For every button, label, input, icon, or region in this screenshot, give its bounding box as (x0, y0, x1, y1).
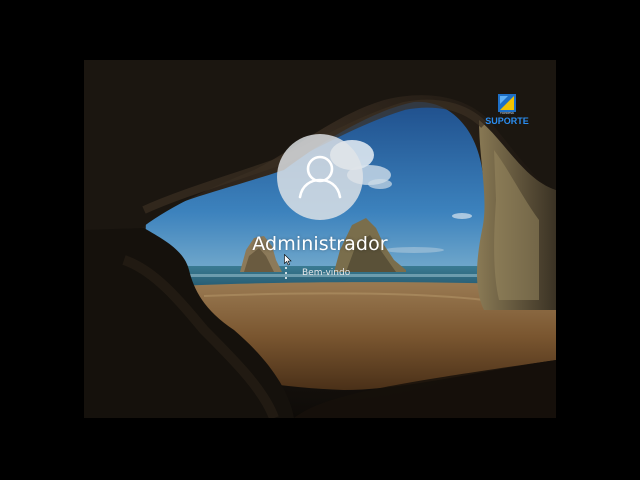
loading-spinner-icon (280, 267, 292, 279)
username-label: Administrador (252, 233, 388, 255)
user-avatar[interactable] (277, 134, 363, 220)
brand-label: SUPORTE (485, 116, 529, 126)
topdesk-logo-icon (498, 94, 516, 112)
branding: TOPDESK SUPORTE (480, 94, 534, 134)
lock-screen: Administrador Bem-vindo TOPDESK SUPORTE (84, 60, 556, 418)
welcome-status: Bem-vindo (280, 266, 350, 280)
screen: Administrador Bem-vindo TOPDESK SUPORTE (0, 0, 640, 480)
brand-small-text: TOPDESK (499, 111, 515, 115)
mouse-pointer-icon (284, 254, 292, 266)
user-icon (298, 155, 342, 199)
status-text: Bem-vindo (302, 268, 351, 278)
